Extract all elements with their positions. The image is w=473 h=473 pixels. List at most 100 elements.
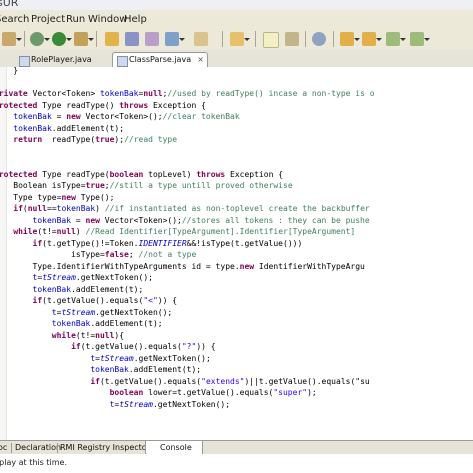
code-token: //still a type untill proved otherwise: [109, 181, 293, 190]
debug-icon[interactable]: [52, 32, 72, 46]
new-package-icon[interactable]: [74, 32, 94, 46]
code-token: =: [51, 112, 67, 121]
toolbar-separator: [305, 31, 306, 47]
code-token: //not a type: [138, 250, 197, 259]
code-token: "?": [181, 342, 197, 351]
next-annotation-icon[interactable]: [340, 32, 360, 46]
code-line: }: [0, 146, 375, 158]
tab-separator: [11, 443, 12, 453]
code-token: .addElement(t);: [128, 365, 202, 374]
menu-window[interactable]: Window: [88, 14, 127, 25]
show-whitespace-icon[interactable]: [285, 32, 299, 46]
tab-rmi-registry-inspector[interactable]: RMI Registry Inspector: [60, 441, 150, 455]
tab-console[interactable]: Console: [145, 441, 203, 455]
tab-separator: [57, 443, 58, 453]
code-token: }: [13, 67, 19, 75]
tab-classparse-java[interactable]: ClassParse.java ×: [112, 52, 208, 67]
code-token: protected: [0, 100, 38, 110]
code-token: new: [239, 261, 259, 271]
code-token: .addElement(t);: [71, 284, 144, 294]
tab-declaration[interactable]: Declaration: [15, 441, 61, 455]
code-token: "super": [273, 388, 308, 397]
code-token: tokenBak: [32, 215, 72, 225]
code-editor[interactable]: } private Vector<Token> tokenBak=null;//…: [0, 67, 473, 440]
new-class-icon[interactable]: [105, 32, 119, 46]
tab-label: ClassParse.java: [129, 55, 192, 64]
code-token: tStream: [119, 399, 153, 409]
editor-tab-bar: RolePlayer.java ClassParse.java ×: [0, 50, 473, 68]
forward-icon[interactable]: [410, 32, 430, 46]
toolbar-separator: [333, 31, 334, 47]
code-token: )) {: [157, 296, 178, 305]
toolbar-separator: [96, 31, 97, 47]
code-token: throws: [119, 100, 153, 110]
code-token: );: [114, 135, 125, 144]
code-token: if: [32, 238, 43, 248]
refactor-icon[interactable]: [165, 32, 185, 46]
code-token: (t!=: [37, 227, 57, 236]
code-token: .getNextToken();: [75, 273, 153, 282]
code-token: new: [61, 192, 81, 202]
code-token: new: [66, 112, 86, 121]
code-token: private: [0, 89, 28, 98]
code-line: while(t!=null) //Read Identifier[TypeArg…: [0, 226, 375, 238]
toolbar-separator: [24, 31, 25, 47]
code-token: isType=: [0, 250, 105, 259]
code-token: //clear tokenBak: [162, 112, 240, 121]
toolbar-separator: [222, 31, 223, 47]
code-line: if(null==tokenBak) //if instantiated as …: [0, 203, 375, 215]
code-token: Exception {: [230, 169, 284, 179]
code-token: tStream: [99, 353, 134, 363]
web-browser-icon[interactable]: [312, 32, 326, 46]
back-icon[interactable]: [386, 32, 406, 46]
code-token: ==: [47, 204, 57, 213]
code-token: protected: [0, 169, 38, 179]
code-token: (t.getValue().equals(: [99, 376, 202, 386]
status-text: splay at this time.: [0, 458, 67, 467]
toggle-mark-icon[interactable]: [194, 32, 208, 46]
code-token: if: [71, 342, 81, 351]
menu-run[interactable]: Run: [66, 14, 85, 25]
code-token: .getNextToken();: [133, 353, 211, 363]
menu-project[interactable]: Project: [31, 14, 65, 25]
mark-occurrences-icon[interactable]: [263, 32, 279, 48]
code-token: (t.getValue().equals(: [80, 342, 182, 351]
code-token: if: [13, 204, 23, 213]
code-token: //read type: [124, 135, 178, 144]
search-icon[interactable]: [145, 32, 159, 46]
code-line: Type.IdentifierWithTypeArguments id = ty…: [0, 261, 375, 273]
tab-javadoc[interactable]: oc: [0, 441, 7, 455]
code-line: if(t.getValue().equals("extends")||t.get…: [0, 376, 375, 388]
code-line: protected Type readType(boolean topLevel…: [0, 169, 375, 181]
run-icon[interactable]: [30, 32, 50, 46]
open-type-icon[interactable]: [125, 32, 139, 46]
code-token: topLevel): [148, 169, 197, 179]
prev-annotation-icon[interactable]: [362, 32, 382, 46]
tab-roleplayer-java[interactable]: RolePlayer.java: [14, 52, 120, 67]
code-line: boolean lower=t.getValue().equals("super…: [0, 387, 375, 399]
code-token: null: [27, 204, 47, 213]
build-icon[interactable]: [2, 32, 22, 46]
menu-help[interactable]: Help: [124, 14, 147, 25]
code-token: tokenBak: [90, 365, 129, 374]
code-line: t=tStream.getNextToken();: [0, 399, 375, 411]
code-token: if: [32, 296, 43, 305]
code-token: ): [75, 227, 86, 236]
menu-search[interactable]: Search: [0, 14, 29, 25]
close-tab-icon[interactable]: ×: [197, 53, 204, 67]
code-token: return: [13, 135, 47, 144]
perspective-icon[interactable]: [230, 32, 250, 46]
code-line: }: [0, 67, 375, 77]
